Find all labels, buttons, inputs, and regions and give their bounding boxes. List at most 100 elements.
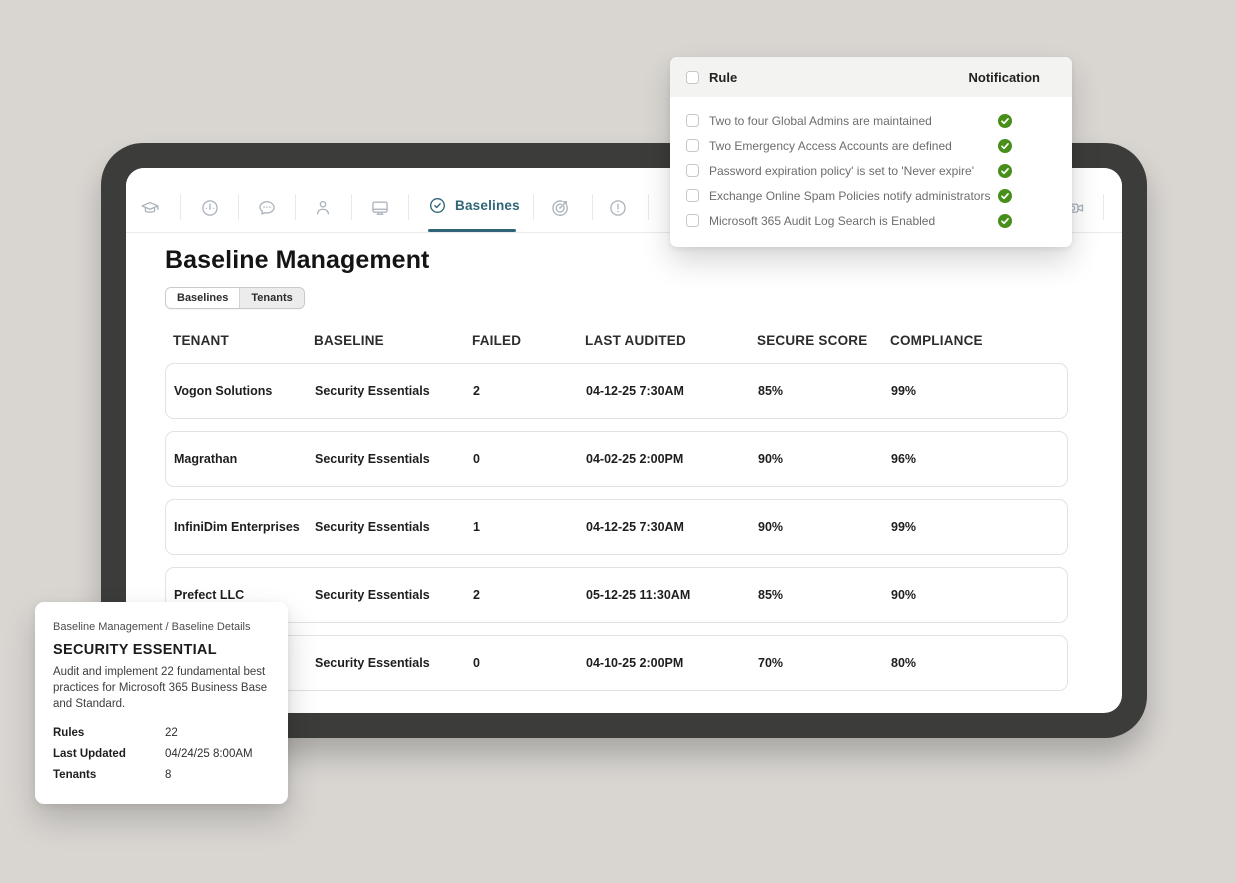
passed-check-icon (998, 214, 1012, 228)
goals-icon[interactable] (550, 198, 570, 218)
tab-baselines-label: Baselines (455, 198, 520, 213)
col-secure-score: SECURE SCORE (757, 333, 890, 348)
rule-checkbox[interactable] (686, 189, 699, 202)
rule-row: Password expiration policy' is set to 'N… (670, 158, 1072, 183)
table-row[interactable]: Security Essentials 0 04-10-25 2:00PM 70… (165, 635, 1068, 691)
field-tenants: Tenants 8 (53, 769, 270, 781)
baseline-cell: Security Essentials (315, 520, 473, 534)
secure-score-cell: 85% (758, 588, 891, 602)
field-label: Last Updated (53, 748, 165, 760)
passed-check-icon (998, 189, 1012, 203)
table-row[interactable]: Magrathan Security Essentials 0 04-02-25… (165, 431, 1068, 487)
baseline-description: Audit and implement 22 fundamental best … (53, 664, 270, 712)
compliance-cell: 90% (891, 588, 1067, 602)
failed-cell: 2 (473, 588, 586, 602)
nav-divider (533, 194, 534, 220)
last-audited-cell: 04-12-25 7:30AM (586, 384, 758, 398)
nav-divider (180, 194, 181, 220)
view-tab-tenants[interactable]: Tenants (240, 288, 303, 308)
field-label: Rules (53, 727, 165, 739)
rule-checkbox[interactable] (686, 139, 699, 152)
nav-divider (1103, 194, 1104, 220)
last-audited-cell: 04-02-25 2:00PM (586, 452, 758, 466)
baseline-cell: Security Essentials (315, 384, 473, 398)
failed-cell: 0 (473, 656, 586, 670)
failed-cell: 1 (473, 520, 586, 534)
person-icon[interactable] (313, 198, 333, 218)
field-label: Tenants (53, 769, 165, 781)
baseline-title: SECURITY ESSENTIAL (53, 642, 270, 658)
col-compliance: COMPLIANCE (890, 333, 1068, 348)
rule-list-body: Two to four Global Admins are maintained… (670, 97, 1072, 247)
field-value: 04/24/25 8:00AM (165, 748, 253, 760)
tenant-cell: Magrathan (174, 452, 315, 466)
view-tab-baselines[interactable]: Baselines (166, 288, 240, 308)
table-row[interactable]: InfiniDim Enterprises Security Essential… (165, 499, 1068, 555)
compliance-cell: 96% (891, 452, 1067, 466)
secure-score-cell: 70% (758, 656, 891, 670)
col-last-audited: LAST AUDITED (585, 333, 757, 348)
rule-row: Two Emergency Access Accounts are define… (670, 133, 1072, 158)
view-switcher: Baselines Tenants (165, 287, 305, 309)
baseline-cell: Security Essentials (315, 452, 473, 466)
last-audited-cell: 04-10-25 2:00PM (586, 656, 758, 670)
select-all-checkbox[interactable] (686, 71, 699, 84)
passed-check-icon (998, 114, 1012, 128)
desktop-background: Baselines Baseline Management (0, 0, 1236, 883)
alert-icon[interactable] (608, 198, 628, 218)
secure-score-cell: 90% (758, 520, 891, 534)
tenant-cell: Prefect LLC (174, 588, 315, 602)
secure-score-cell: 90% (758, 452, 891, 466)
tenant-cell: Vogon Solutions (174, 384, 315, 398)
chat-icon[interactable] (257, 198, 277, 218)
compliance-cell: 80% (891, 656, 1067, 670)
col-tenant: TENANT (173, 333, 314, 348)
field-last-updated: Last Updated 04/24/25 8:00AM (53, 748, 270, 760)
failed-cell: 2 (473, 384, 586, 398)
gauge-icon[interactable] (200, 198, 220, 218)
tab-baselines[interactable]: Baselines (428, 196, 520, 215)
nav-divider (592, 194, 593, 220)
table-header-row: TENANT BASELINE FAILED LAST AUDITED SECU… (165, 333, 1068, 348)
baseline-fields: Rules 22 Last Updated 04/24/25 8:00AM Te… (53, 727, 270, 781)
page-title: Baseline Management (165, 246, 430, 275)
baseline-cell: Security Essentials (315, 588, 473, 602)
last-audited-cell: 04-12-25 7:30AM (586, 520, 758, 534)
rule-row: Two to four Global Admins are maintained (670, 108, 1072, 133)
nav-divider (648, 194, 649, 220)
secure-score-cell: 85% (758, 384, 891, 398)
rule-checkbox[interactable] (686, 214, 699, 227)
col-failed: FAILED (472, 333, 585, 348)
active-tab-underline (428, 229, 516, 232)
nav-divider (238, 194, 239, 220)
rule-column-label: Rule (709, 70, 737, 85)
breadcrumb: Baseline Management / Baseline Details (53, 621, 270, 633)
rule-list-card: Rule Notification Two to four Global Adm… (670, 57, 1072, 247)
passed-check-icon (998, 139, 1012, 153)
baseline-table: TENANT BASELINE FAILED LAST AUDITED SECU… (165, 333, 1068, 703)
tenant-cell: InfiniDim Enterprises (174, 520, 315, 534)
baseline-details-card: Baseline Management / Baseline Details S… (35, 602, 288, 804)
monitor-icon[interactable] (370, 198, 390, 218)
rule-row: Exchange Online Spam Policies notify adm… (670, 183, 1072, 208)
rule-label: Exchange Online Spam Policies notify adm… (709, 189, 990, 203)
rule-label: Microsoft 365 Audit Log Search is Enable… (709, 214, 935, 228)
rule-checkbox[interactable] (686, 164, 699, 177)
rule-label: Two to four Global Admins are maintained (709, 114, 932, 128)
rule-list-header: Rule Notification (670, 57, 1072, 97)
col-baseline: BASELINE (314, 333, 472, 348)
table-row[interactable]: Prefect LLC Security Essentials 2 05-12-… (165, 567, 1068, 623)
rule-checkbox[interactable] (686, 114, 699, 127)
passed-check-icon (998, 164, 1012, 178)
verified-check-icon (428, 196, 447, 215)
nav-divider (408, 194, 409, 220)
rule-label: Two Emergency Access Accounts are define… (709, 139, 952, 153)
compliance-cell: 99% (891, 384, 1067, 398)
notification-column-label: Notification (969, 70, 1041, 85)
rule-row: Microsoft 365 Audit Log Search is Enable… (670, 208, 1072, 233)
table-row[interactable]: Vogon Solutions Security Essentials 2 04… (165, 363, 1068, 419)
rule-label: Password expiration policy' is set to 'N… (709, 164, 974, 178)
nav-divider (295, 194, 296, 220)
education-icon[interactable] (140, 198, 160, 218)
field-value: 8 (165, 769, 171, 781)
